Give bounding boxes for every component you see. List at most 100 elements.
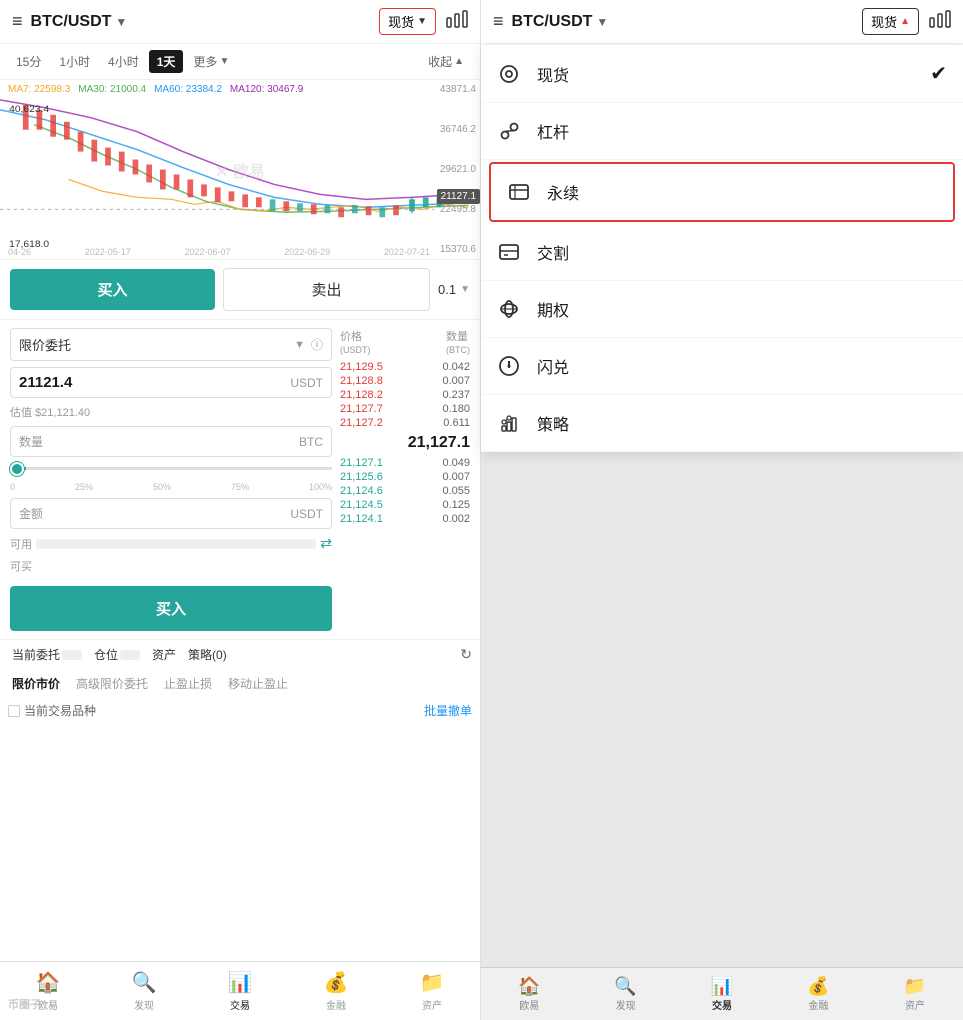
tab-4h[interactable]: 4小时 — [100, 50, 147, 73]
right-nav-assets: 📁 资产 — [867, 968, 963, 1020]
left-chart-icon[interactable] — [446, 10, 468, 33]
left-spot-label: 现货 — [388, 12, 414, 31]
available-row: 可用 ⇄ — [10, 535, 332, 552]
nav-label-okex: 欧易 — [38, 997, 58, 1012]
delivery-label: 交割 — [537, 240, 569, 264]
left-panel: ≡ BTC/USDT ▼ 现货 ▼ 15分 1小时 4小时 1天 更多 ▼ 收起 — [0, 0, 481, 1020]
nav-discover[interactable]: 🔍 发现 — [96, 962, 192, 1020]
qty-field-unit: BTC — [299, 435, 323, 449]
dropdown-item-delivery[interactable]: 交割 — [481, 224, 963, 281]
perpetual-icon — [507, 180, 531, 204]
buy-btc-button[interactable]: 买入 — [10, 586, 332, 631]
options-icon — [497, 297, 521, 321]
tab-collapse[interactable]: 收起 ▲ — [420, 50, 472, 73]
current-pair-checkbox[interactable] — [8, 705, 20, 717]
nav-label-finance: 金融 — [326, 997, 346, 1012]
check-row: 当前交易品种 批量撤单 — [0, 698, 480, 723]
left-spot-arrow: ▼ — [417, 16, 427, 27]
dropdown-item-perpetual[interactable]: 永续 — [489, 162, 955, 222]
slider-thumb[interactable] — [10, 462, 24, 476]
strategy-icon — [497, 411, 521, 435]
ob-header-price: 价格 (USDT) — [340, 328, 371, 356]
price-unit: USDT — [290, 376, 323, 390]
left-orderbook: 价格 (USDT) 数量 (BTC) 21,129.5 0.042 21,128… — [340, 328, 470, 631]
order-type-tabs: 限价市价 高级限价委托 止盈止损 移动止盈止 — [0, 669, 480, 698]
left-spot-button[interactable]: 现货 ▼ — [379, 8, 436, 35]
ob-bid-3: 21,124.6 0.055 — [340, 484, 470, 498]
order-type-selector[interactable]: 限价委托 ▼ ⓘ — [10, 328, 332, 361]
ma60-label: MA60: 23384.2 — [154, 84, 222, 95]
ob-ask-4: 21,127.7 0.180 — [340, 402, 470, 416]
tab-more[interactable]: 更多 ▼ — [185, 50, 237, 73]
right-panel: ≡ BTC/USDT ▼ 现货 ▲ 现货 — [481, 0, 963, 1020]
left-chart-area: MA7: 22598.3 MA30: 21000.4 MA60: 23384.2… — [0, 80, 480, 260]
ma30-label: MA30: 21000.4 — [78, 84, 146, 95]
amount-input[interactable]: 金额 USDT — [10, 498, 332, 529]
right-spot-arrow: ▲ — [900, 16, 910, 27]
orders-badge — [62, 650, 82, 660]
spot-label: 现货 — [537, 62, 569, 86]
right-menu-icon[interactable]: ≡ — [493, 11, 504, 32]
right-chart-icon[interactable] — [929, 10, 951, 33]
right-pair-title[interactable]: BTC/USDT ▼ — [512, 13, 609, 31]
ma120-label: MA120: 30467.9 — [230, 84, 303, 95]
left-time-tabs: 15分 1小时 4小时 1天 更多 ▼ 收起 ▲ — [0, 44, 480, 80]
order-type-chevron-icon: ▼ — [294, 339, 305, 351]
refresh-icon[interactable]: ↻ — [460, 646, 472, 663]
ma-labels: MA7: 22598.3 MA30: 21000.4 MA60: 23384.2… — [8, 84, 303, 95]
qty-input[interactable]: 数量 BTC — [10, 426, 332, 457]
strategy-label: 策略 — [537, 411, 569, 435]
ot-tab-advanced[interactable]: 高级限价委托 — [72, 673, 152, 694]
tab-positions[interactable]: 仓位 — [90, 644, 144, 665]
tab-1h[interactable]: 1小时 — [51, 50, 98, 73]
batch-cancel-button[interactable]: 批量撤单 — [424, 702, 472, 719]
options-label: 期权 — [537, 297, 569, 321]
price-input[interactable]: 21121.4 USDT — [10, 367, 332, 398]
price-label-3: 29621.0 — [440, 164, 476, 175]
tab-assets[interactable]: 资产 — [148, 644, 180, 665]
left-pair-title[interactable]: BTC/USDT ▼ — [31, 13, 128, 31]
tab-1d[interactable]: 1天 — [149, 50, 184, 73]
left-menu-icon[interactable]: ≡ — [12, 11, 23, 32]
exchange-icon[interactable]: ⇄ — [320, 535, 332, 552]
tab-current-orders[interactable]: 当前委托 — [8, 644, 86, 665]
ot-tab-limit[interactable]: 限价市价 — [8, 673, 64, 694]
nav-finance[interactable]: 💰 金融 — [288, 962, 384, 1020]
dropdown-item-strategy[interactable]: 策略 — [481, 395, 963, 452]
dropdown-item-flash[interactable]: 闪兑 — [481, 338, 963, 395]
right-pair-name: BTC/USDT — [512, 13, 593, 31]
dropdown-item-leverage[interactable]: 杠杆 — [481, 103, 963, 160]
order-form: 限价委托 ▼ ⓘ 21121.4 USDT 估值 $21,121.40 数量 B… — [0, 320, 480, 639]
amount-unit: USDT — [290, 507, 323, 521]
left-header: ≡ BTC/USDT ▼ 现货 ▼ — [0, 0, 480, 44]
positions-badge — [120, 650, 140, 660]
ma7-label: MA7: 22598.3 — [8, 84, 70, 95]
dropdown-item-options[interactable]: 期权 — [481, 281, 963, 338]
tab-strategy[interactable]: 策略(0) — [184, 644, 231, 665]
ot-tab-trailing[interactable]: 移动止盈止 — [224, 673, 292, 694]
svg-text:40,623.4: 40,623.4 — [9, 104, 50, 114]
ob-header: 价格 (USDT) 数量 (BTC) — [340, 328, 470, 356]
qty-control[interactable]: 0.1 ▼ — [438, 282, 470, 297]
right-spot-button[interactable]: 现货 ▲ — [862, 8, 919, 35]
dropdown-item-spot[interactable]: 现货 ✔ — [481, 45, 963, 103]
nav-assets[interactable]: 📁 资产 — [384, 962, 480, 1020]
estimate-row: 估值 $21,121.40 — [10, 404, 332, 420]
buy-button[interactable]: 买入 — [10, 269, 215, 310]
date-labels: 04-26 2022-05-17 2022-06-07 2022-06-29 2… — [8, 247, 430, 257]
right-nav-discover: 🔍 发现 — [577, 968, 673, 1020]
sell-button[interactable]: 卖出 — [223, 268, 430, 311]
ob-ask-2: 21,128.8 0.007 — [340, 374, 470, 388]
discover-icon: 🔍 — [132, 970, 157, 995]
ob-header-qty: 数量 (BTC) — [446, 328, 470, 356]
qty-chevron-icon: ▼ — [460, 284, 470, 295]
left-logo: 币圈子 — [8, 996, 41, 1012]
qty-slider[interactable] — [10, 463, 332, 474]
price-labels: 43871.4 36746.2 29621.0 22495.8 15370.6 — [440, 80, 476, 259]
slider-track[interactable] — [10, 467, 332, 470]
ot-tab-tp-sl[interactable]: 止盈止损 — [160, 673, 216, 694]
order-info-icon[interactable]: ⓘ — [311, 336, 323, 353]
nav-trade[interactable]: 📊 交易 — [192, 962, 288, 1020]
tab-15min[interactable]: 15分 — [8, 50, 49, 73]
right-nav-finance: 💰 金融 — [770, 968, 866, 1020]
